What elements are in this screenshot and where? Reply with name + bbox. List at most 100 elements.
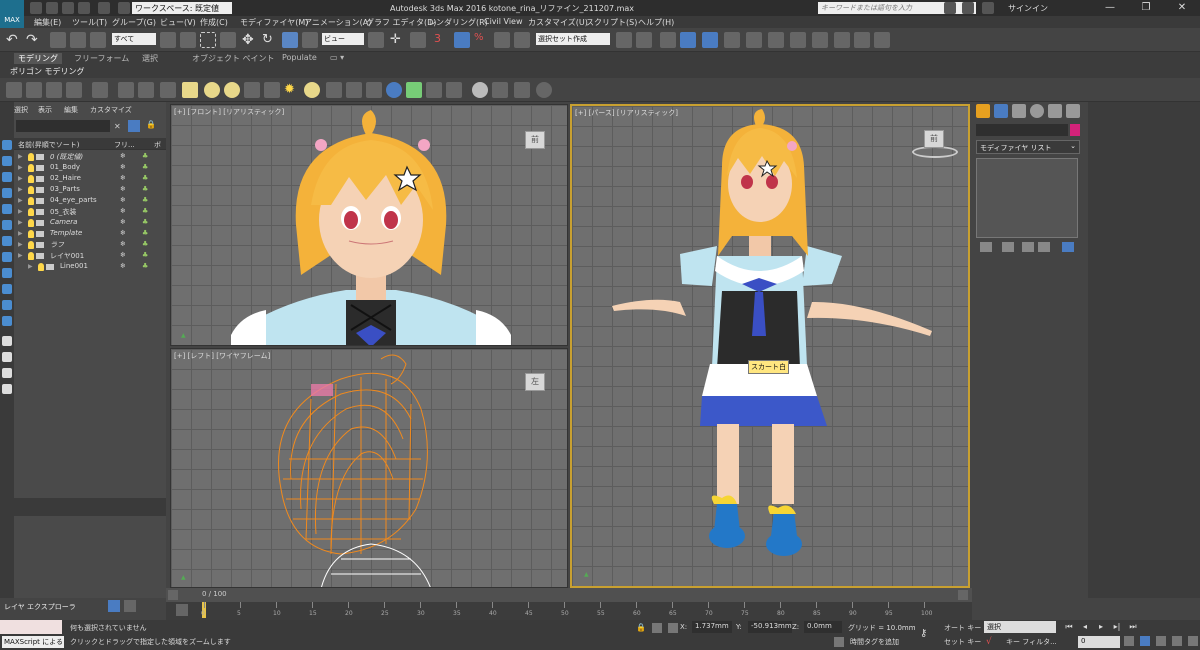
display-lights-icon[interactable] <box>2 220 12 230</box>
layer-explorer-dropdown[interactable]: レイヤ エクスプローラ <box>4 602 76 612</box>
schematic-view-icon[interactable] <box>746 32 762 48</box>
display-helpers-icon[interactable] <box>2 252 12 262</box>
viewcube-left[interactable]: 左 <box>525 373 545 391</box>
freeze-icon[interactable]: ❄ <box>120 185 126 193</box>
display-invert-icon[interactable] <box>2 172 12 182</box>
cone-icon[interactable] <box>264 82 280 98</box>
show-end-result-icon[interactable] <box>1002 242 1014 252</box>
go-to-start-icon[interactable]: ⏮ <box>1064 622 1074 632</box>
explorer-row[interactable]: ▶ Camera ❄ ♣ <box>14 218 166 229</box>
isolate-selection-icon[interactable] <box>652 623 662 633</box>
selection-filter-dropdown[interactable]: すべて <box>112 33 156 45</box>
light-icon[interactable] <box>304 82 320 98</box>
renderable-icon[interactable]: ♣ <box>142 262 148 270</box>
maxscript-listener[interactable] <box>0 620 62 634</box>
motion-tab-icon[interactable] <box>1030 104 1044 118</box>
minimize-button[interactable]: — <box>1092 0 1128 16</box>
visibility-bulb-icon[interactable] <box>28 197 34 205</box>
explorer-search-field[interactable] <box>16 120 110 132</box>
modify-tab-icon[interactable] <box>994 104 1008 118</box>
display-none-icon[interactable] <box>2 140 12 150</box>
maximize-viewport-icon[interactable] <box>1188 636 1198 646</box>
rectangle-selection-icon[interactable] <box>200 32 216 48</box>
add-time-tag-button[interactable]: 時間タグを追加 <box>850 637 899 647</box>
curve-editor-icon[interactable] <box>724 32 740 48</box>
lock-icon[interactable]: 🔒 <box>146 120 156 132</box>
menu-customize[interactable]: カスタマイズ(U) <box>528 17 588 28</box>
key-filters-button[interactable]: キー フィルタ... <box>1006 637 1057 647</box>
expand-arrow-icon[interactable]: ▶ <box>18 241 23 248</box>
auto-key-button[interactable]: オート キー <box>944 623 981 633</box>
remove-modifier-icon[interactable] <box>1038 242 1050 252</box>
pin-stack-icon[interactable] <box>980 242 992 252</box>
visibility-bulb-icon[interactable] <box>28 175 34 183</box>
lock-selection-icon[interactable]: 🔒 <box>636 623 646 632</box>
explorer-menu-customize[interactable]: カスタマイズ <box>90 105 132 115</box>
explorer-options-icon[interactable] <box>128 120 140 132</box>
modifier-stack[interactable] <box>976 158 1078 238</box>
expand-arrow-icon[interactable]: ▶ <box>18 252 23 259</box>
visibility-bulb-icon[interactable] <box>28 241 34 249</box>
menu-animation[interactable]: アニメーション(A) <box>304 17 371 28</box>
renderable-icon[interactable]: ♣ <box>142 174 148 182</box>
tab-modeling[interactable]: モデリング <box>14 53 62 64</box>
tool-icon-10[interactable] <box>446 82 462 98</box>
expand-arrow-icon[interactable]: ▶ <box>18 230 23 237</box>
display-all-icon[interactable] <box>2 156 12 166</box>
renderable-icon[interactable]: ♣ <box>142 229 148 237</box>
material-sphere-icon[interactable] <box>472 82 488 98</box>
renderable-icon[interactable]: ♣ <box>142 152 148 160</box>
menu-modifiers[interactable]: モディファイヤ(M) <box>240 17 308 28</box>
time-tag-icon[interactable] <box>834 637 844 647</box>
bind-spacewarp-icon[interactable] <box>90 32 106 48</box>
redo-icon[interactable]: ↷ <box>26 32 42 48</box>
open-mini-curve-editor-icon[interactable] <box>176 604 188 616</box>
visibility-bulb-icon[interactable] <box>38 263 44 271</box>
material-editor-icon[interactable] <box>768 32 784 48</box>
freeze-icon[interactable]: ❄ <box>120 262 126 270</box>
modifier-list-dropdown[interactable]: モディファイヤ リスト ⌄ <box>976 140 1080 154</box>
explorer-row[interactable]: ▶ Line001 ❄ ♣ <box>14 262 166 273</box>
display-bones-icon[interactable] <box>2 316 12 326</box>
expand-arrow-icon[interactable]: ▶ <box>18 186 23 193</box>
scale-icon[interactable] <box>282 32 298 48</box>
close-button[interactable]: ✕ <box>1164 0 1200 16</box>
explorer-row[interactable]: ▶ 04_eye_parts ❄ ♣ <box>14 196 166 207</box>
make-unique-icon[interactable] <box>1022 242 1034 252</box>
expand-arrow-icon[interactable]: ▶ <box>18 175 23 182</box>
explorer-row[interactable]: ▶ レイヤ001 ❄ ♣ <box>14 251 166 262</box>
renderable-icon[interactable]: ♣ <box>142 163 148 171</box>
tool-icon-1[interactable] <box>92 82 108 98</box>
freeze-icon[interactable]: ❄ <box>120 174 126 182</box>
new-file-icon[interactable] <box>30 2 42 14</box>
explorer-menu-edit[interactable]: 編集 <box>64 105 78 115</box>
menu-civil-view[interactable]: Civil View <box>484 17 523 26</box>
angle-snap-icon[interactable] <box>454 32 470 48</box>
renderable-icon[interactable]: ♣ <box>142 218 148 226</box>
pivot-center-icon[interactable] <box>368 32 384 48</box>
toggle-scene-explorer-icon[interactable] <box>660 32 676 48</box>
expand-arrow-icon[interactable]: ▶ <box>28 263 33 270</box>
visibility-bulb-icon[interactable] <box>28 153 34 161</box>
display-geometry-icon[interactable] <box>2 188 12 198</box>
visibility-bulb-icon[interactable] <box>28 208 34 216</box>
open-file-icon[interactable] <box>46 2 58 14</box>
tool-icon-6[interactable] <box>346 82 362 98</box>
explorer-row[interactable]: ▶ 03_Parts ❄ ♣ <box>14 185 166 196</box>
workspace-dropdown[interactable]: ワークスペース: 既定値 <box>132 2 232 14</box>
maxscript-mini-listener[interactable]: MAXScript による <box>2 636 64 648</box>
key-selection-dropdown[interactable]: 選択 <box>984 621 1056 633</box>
foliage-icon[interactable] <box>406 82 422 98</box>
table-icon[interactable] <box>66 82 82 98</box>
scene-explorer-icon[interactable] <box>26 82 42 98</box>
freeze-icon[interactable]: ❄ <box>120 207 126 215</box>
display-frozen-icon[interactable] <box>2 352 12 362</box>
tool-icon-5[interactable] <box>326 82 342 98</box>
viewport-left[interactable]: [+] [レフト] [ワイヤフレーム] 左 ▲ <box>170 348 568 588</box>
set-key-button[interactable]: セット キー <box>944 637 981 647</box>
spinner-snap-icon[interactable] <box>494 32 510 48</box>
prev-key-icon[interactable]: ◂ <box>1080 622 1090 632</box>
box-icon[interactable] <box>182 82 198 98</box>
select-object-icon[interactable] <box>160 32 176 48</box>
freeze-icon[interactable]: ❄ <box>120 251 126 259</box>
